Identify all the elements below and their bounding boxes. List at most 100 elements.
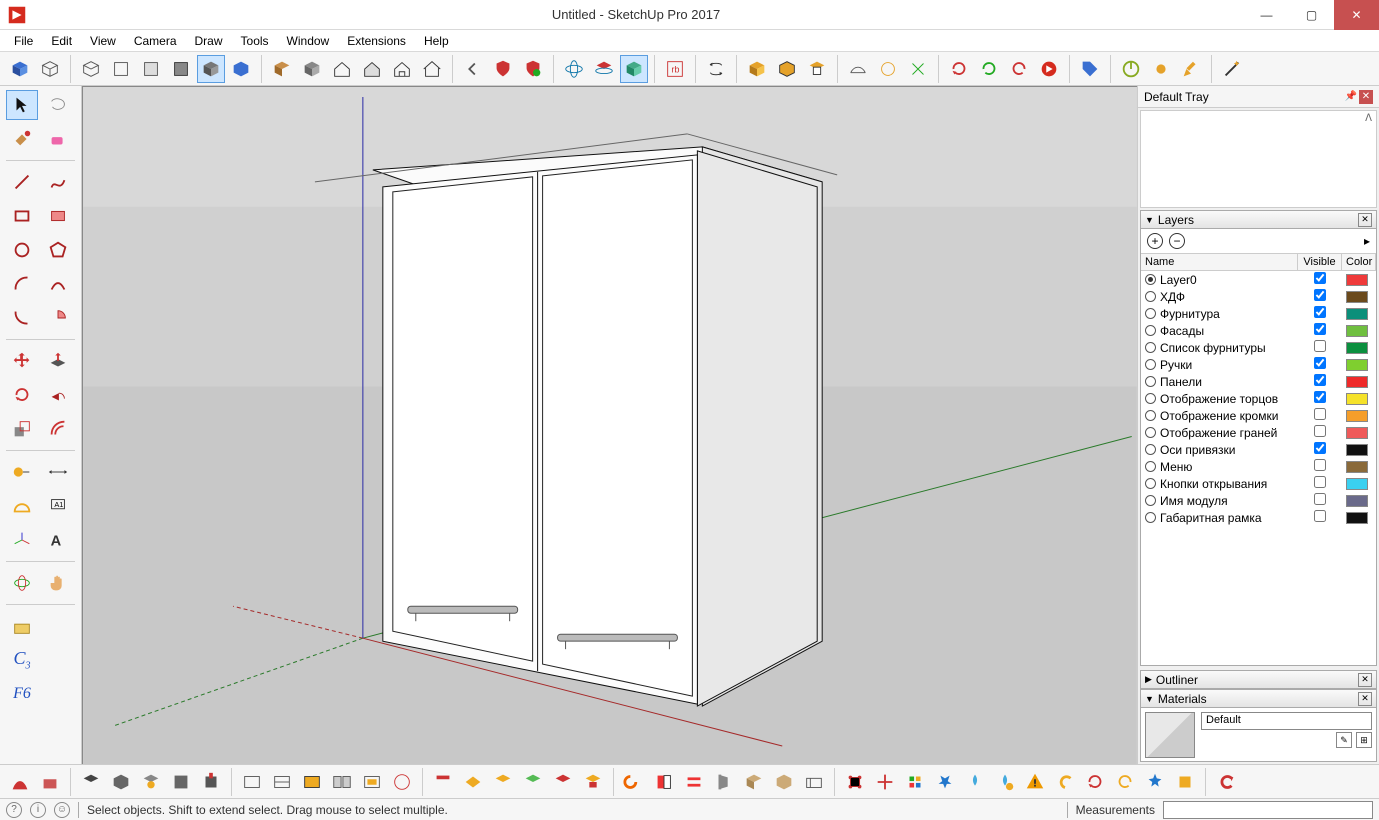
ext37-icon[interactable] (1141, 768, 1169, 796)
protractor-tool-icon[interactable] (6, 491, 38, 521)
3dtext-tool-icon[interactable]: A (42, 525, 74, 555)
measurements-input[interactable] (1163, 801, 1373, 819)
layer-row[interactable]: Панели (1141, 373, 1376, 390)
ext18-icon[interactable] (549, 768, 577, 796)
menu-camera[interactable]: Camera (126, 32, 185, 50)
ext14-icon[interactable] (429, 768, 457, 796)
followme-tool-icon[interactable] (42, 380, 74, 410)
ext29-icon[interactable] (901, 768, 929, 796)
tag-blue-icon[interactable] (1076, 55, 1104, 83)
menu-view[interactable]: View (82, 32, 124, 50)
add-layer-icon[interactable]: + (1147, 233, 1163, 249)
ext7-icon[interactable] (197, 768, 225, 796)
layer-visible-checkbox[interactable] (1298, 357, 1342, 372)
ext5-icon[interactable] (137, 768, 165, 796)
info-icon[interactable]: i (30, 802, 46, 818)
layer-radio[interactable] (1145, 410, 1156, 421)
layer-visible-checkbox[interactable] (1298, 408, 1342, 423)
layer-visible-checkbox[interactable] (1298, 425, 1342, 440)
outliner-close-icon[interactable]: ✕ (1358, 673, 1372, 687)
dimension-tool-icon[interactable] (42, 457, 74, 487)
view-top-icon[interactable] (107, 55, 135, 83)
material-new-icon[interactable]: ⊞ (1356, 732, 1372, 748)
pencil2-icon[interactable] (1177, 55, 1205, 83)
material-name-field[interactable]: Default (1201, 712, 1372, 730)
polygon-tool-icon[interactable] (42, 235, 74, 265)
layer-color-swatch[interactable] (1346, 376, 1368, 388)
layer-radio[interactable] (1145, 461, 1156, 472)
layer-row[interactable]: Отображение граней (1141, 424, 1376, 441)
undo-icon[interactable] (459, 55, 487, 83)
eraser-tool-icon[interactable] (42, 124, 74, 154)
layer-color-swatch[interactable] (1346, 308, 1368, 320)
layer-visible-checkbox[interactable] (1298, 340, 1342, 355)
outliner-panel-header[interactable]: ▶ Outliner ✕ (1140, 670, 1377, 689)
tray-close-icon[interactable]: ✕ (1359, 90, 1373, 104)
layer-visible-checkbox[interactable] (1298, 510, 1342, 525)
view-iso1-icon[interactable] (77, 55, 105, 83)
move-tool-icon[interactable] (6, 346, 38, 376)
layer-color-swatch[interactable] (1346, 495, 1368, 507)
axes-tool-icon[interactable] (6, 525, 38, 555)
ext27-icon[interactable] (841, 768, 869, 796)
ext30-icon[interactable] (931, 768, 959, 796)
ext2-icon[interactable] (36, 768, 64, 796)
ext12-icon[interactable] (358, 768, 386, 796)
rect-tool-icon[interactable] (6, 201, 38, 231)
layer-radio[interactable] (1145, 359, 1156, 370)
plugin-f6-icon[interactable]: F6 (6, 679, 38, 709)
layer-row[interactable]: Габаритная рамка (1141, 509, 1376, 526)
ext11-icon[interactable] (328, 768, 356, 796)
menu-window[interactable]: Window (279, 32, 338, 50)
materials-panel-header[interactable]: ▼ Materials ✕ (1140, 689, 1377, 708)
layer-visible-checkbox[interactable] (1298, 442, 1342, 457)
magicwand-icon[interactable] (1218, 55, 1246, 83)
ext24-icon[interactable] (740, 768, 768, 796)
ext23-icon[interactable] (710, 768, 738, 796)
redo-shield-icon[interactable] (489, 55, 517, 83)
orbit-tool-icon[interactable] (6, 568, 38, 598)
solid-sub-icon[interactable] (773, 55, 801, 83)
layer-row[interactable]: Фурнитура (1141, 305, 1376, 322)
plugin-cz-icon[interactable]: C3 (6, 645, 38, 675)
power-icon[interactable] (1117, 55, 1145, 83)
ext34-icon[interactable] (1051, 768, 1079, 796)
circle-tool-icon[interactable] (6, 235, 38, 265)
layer-visible-checkbox[interactable] (1298, 289, 1342, 304)
orbit-box-icon[interactable] (590, 55, 618, 83)
materials-close-icon[interactable]: ✕ (1358, 692, 1372, 706)
layer-radio[interactable] (1145, 393, 1156, 404)
ext9-icon[interactable] (268, 768, 296, 796)
ruby-icon[interactable]: rb (661, 55, 689, 83)
sandbox3-icon[interactable] (904, 55, 932, 83)
house4-icon[interactable] (418, 55, 446, 83)
rotrect-tool-icon[interactable] (42, 201, 74, 231)
ext13-icon[interactable] (388, 768, 416, 796)
ext15-icon[interactable] (459, 768, 487, 796)
sun-icon[interactable] (1147, 55, 1175, 83)
layer-color-swatch[interactable] (1346, 410, 1368, 422)
house1-icon[interactable] (328, 55, 356, 83)
remove-layer-icon[interactable]: − (1169, 233, 1185, 249)
layer-row[interactable]: Меню (1141, 458, 1376, 475)
ext33-icon[interactable] (1021, 768, 1049, 796)
layer-color-swatch[interactable] (1346, 393, 1368, 405)
layer-radio[interactable] (1145, 444, 1156, 455)
tray-header[interactable]: Default Tray 📌 ✕ (1138, 86, 1379, 108)
layer-row[interactable]: Оси привязки (1141, 441, 1376, 458)
material-picker-icon[interactable]: ✎ (1336, 732, 1352, 748)
layer-color-swatch[interactable] (1346, 291, 1368, 303)
close-button[interactable]: ✕ (1334, 0, 1379, 30)
ext8-icon[interactable] (238, 768, 266, 796)
ext25-icon[interactable] (770, 768, 798, 796)
ext31-icon[interactable] (961, 768, 989, 796)
pie-tool-icon[interactable] (42, 303, 74, 333)
lasso-tool-icon[interactable] (42, 90, 74, 120)
view-front-icon[interactable] (137, 55, 165, 83)
ext26-icon[interactable] (800, 768, 828, 796)
sandbox2-icon[interactable] (874, 55, 902, 83)
ext6-icon[interactable] (167, 768, 195, 796)
layer-radio[interactable] (1145, 427, 1156, 438)
menu-draw[interactable]: Draw (187, 32, 231, 50)
view-shaded-tex-icon[interactable] (197, 55, 225, 83)
